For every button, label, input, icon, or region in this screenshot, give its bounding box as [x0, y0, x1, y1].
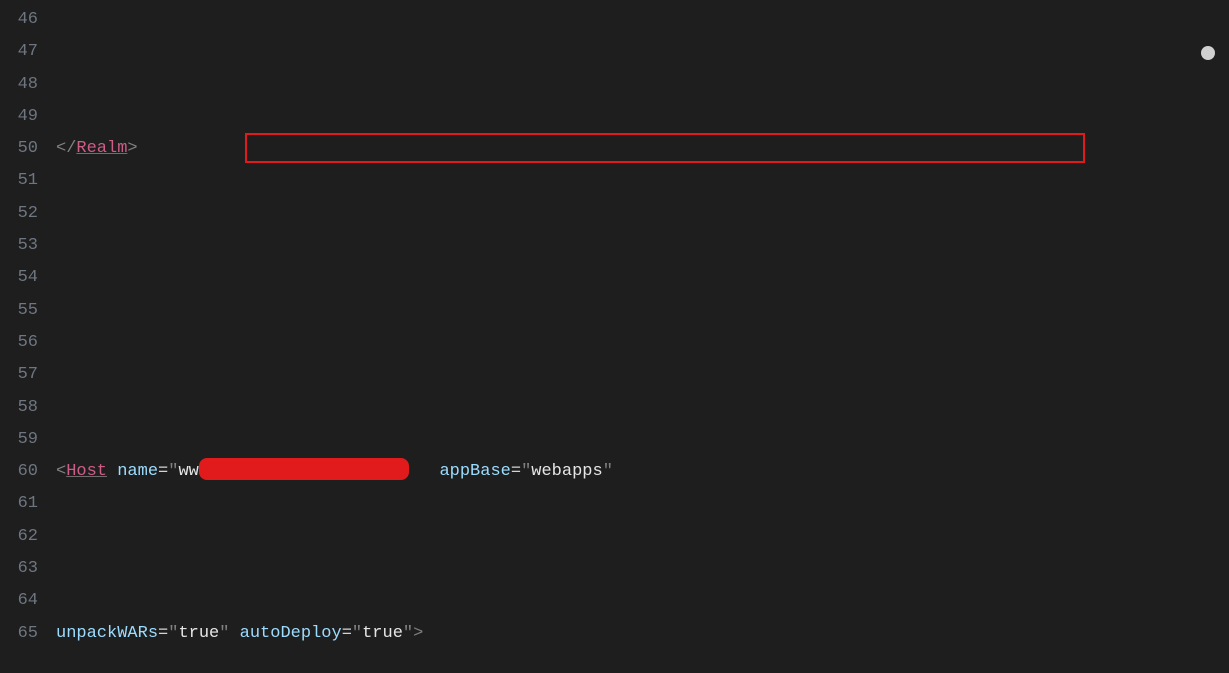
- line-number: 61: [0, 488, 38, 520]
- attr-name: autoDeploy: [240, 624, 342, 643]
- line-number: 56: [0, 327, 38, 359]
- line-number: 58: [0, 392, 38, 424]
- line-number: 53: [0, 230, 38, 262]
- attr-value: webapps: [531, 462, 602, 481]
- attr-name: unpackWARs: [56, 624, 158, 643]
- code-area[interactable]: </Realm> <Host name="ww appBase="webapps…: [56, 0, 1229, 673]
- line-number: 49: [0, 101, 38, 133]
- code-line[interactable]: unpackWARs="true" autoDeploy="true">: [56, 618, 1229, 650]
- attr-value: ww: [178, 462, 198, 481]
- tag-bracket: <: [56, 462, 66, 481]
- line-number: 59: [0, 424, 38, 456]
- code-editor[interactable]: 46 47 48 49 50 51 52 53 54 55 56 57 58 5…: [0, 0, 1229, 673]
- line-number: 47: [0, 36, 38, 68]
- attr-value: true: [178, 624, 219, 643]
- line-number: 46: [0, 4, 38, 36]
- code-line[interactable]: <Host name="ww appBase="webapps": [56, 456, 1229, 488]
- line-number: 51: [0, 165, 38, 197]
- tag-bracket: >: [413, 624, 423, 643]
- line-number: 60: [0, 456, 38, 488]
- line-number: 50: [0, 133, 38, 165]
- line-number: 52: [0, 198, 38, 230]
- tag-bracket: >: [127, 139, 137, 158]
- code-line[interactable]: [56, 295, 1229, 327]
- attr-name: name: [117, 462, 158, 481]
- line-number: 64: [0, 585, 38, 617]
- line-number: 48: [0, 69, 38, 101]
- redacted-block: [199, 458, 409, 480]
- attr-value: true: [362, 624, 403, 643]
- tag-name: Host: [66, 462, 107, 481]
- tag-bracket: </: [56, 139, 76, 158]
- line-number: 63: [0, 553, 38, 585]
- line-number: 62: [0, 521, 38, 553]
- attr-name: appBase: [439, 462, 510, 481]
- line-number-gutter: 46 47 48 49 50 51 52 53 54 55 56 57 58 5…: [0, 0, 56, 673]
- line-number: 54: [0, 262, 38, 294]
- line-number: 65: [0, 618, 38, 650]
- scroll-indicator-icon: [1201, 46, 1215, 60]
- tag-name: Realm: [76, 139, 127, 158]
- line-number: 55: [0, 295, 38, 327]
- code-line[interactable]: </Realm>: [56, 133, 1229, 165]
- line-number: 57: [0, 359, 38, 391]
